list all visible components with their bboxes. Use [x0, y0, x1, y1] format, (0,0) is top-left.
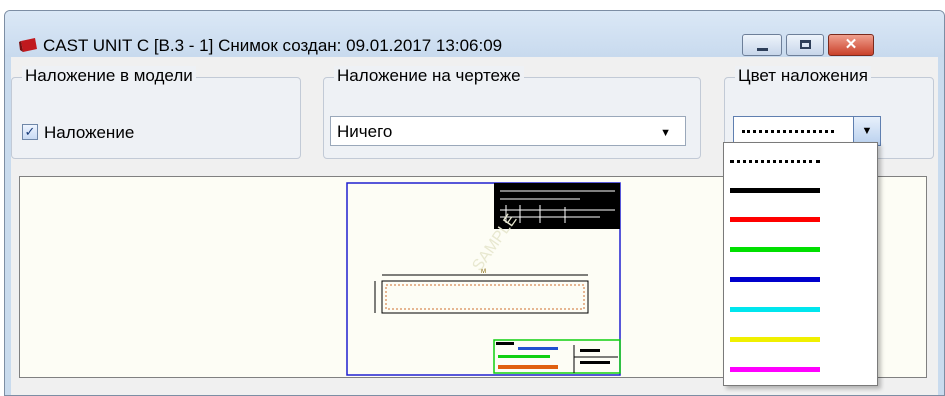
color-option[interactable]: [730, 337, 820, 342]
window-title: CAST UNIT C [B.3 - 1] Снимок создан: 09.…: [43, 36, 503, 55]
chevron-down-icon: ▼: [861, 125, 873, 137]
overlay-color-label: Цвет наложения: [735, 66, 871, 86]
model-overlay-group: Наложение в модели ✓ Наложение: [11, 66, 301, 159]
color-option[interactable]: [730, 217, 820, 222]
color-option[interactable]: [730, 160, 820, 163]
overlay-checkbox-label[interactable]: Наложение: [44, 123, 134, 143]
maximize-icon: [800, 40, 811, 49]
maximize-button[interactable]: [786, 34, 824, 56]
color-option[interactable]: [730, 247, 820, 252]
drawing-overlay-group: Наложение на чертеже Ничего ▼: [323, 66, 701, 159]
color-dropdown-list[interactable]: [723, 142, 878, 386]
minimize-icon: [757, 48, 768, 51]
close-button[interactable]: ✕: [828, 34, 874, 56]
close-icon: ✕: [844, 36, 858, 53]
dropdown-button[interactable]: ▼: [853, 117, 880, 145]
model-overlay-label: Наложение в модели: [22, 66, 196, 86]
check-icon: ✓: [24, 124, 36, 139]
selected-color-swatch: [742, 130, 834, 133]
color-option[interactable]: [730, 307, 820, 312]
app-icon: [19, 38, 37, 52]
drawing-overlay-label: Наложение на чертеже: [334, 66, 524, 86]
minimize-button[interactable]: [742, 34, 782, 56]
color-option[interactable]: [730, 367, 820, 372]
drawing-overlay-select[interactable]: Ничего ▼: [330, 116, 686, 146]
drawing-overlay-value: Ничего: [337, 122, 393, 141]
overlay-checkbox[interactable]: ✓: [22, 124, 38, 140]
chevron-down-icon: ▼: [660, 127, 671, 139]
color-option[interactable]: [730, 277, 820, 282]
title-bar[interactable]: CAST UNIT C [B.3 - 1] Снимок создан: 09.…: [5, 11, 944, 57]
color-option[interactable]: [730, 188, 820, 193]
